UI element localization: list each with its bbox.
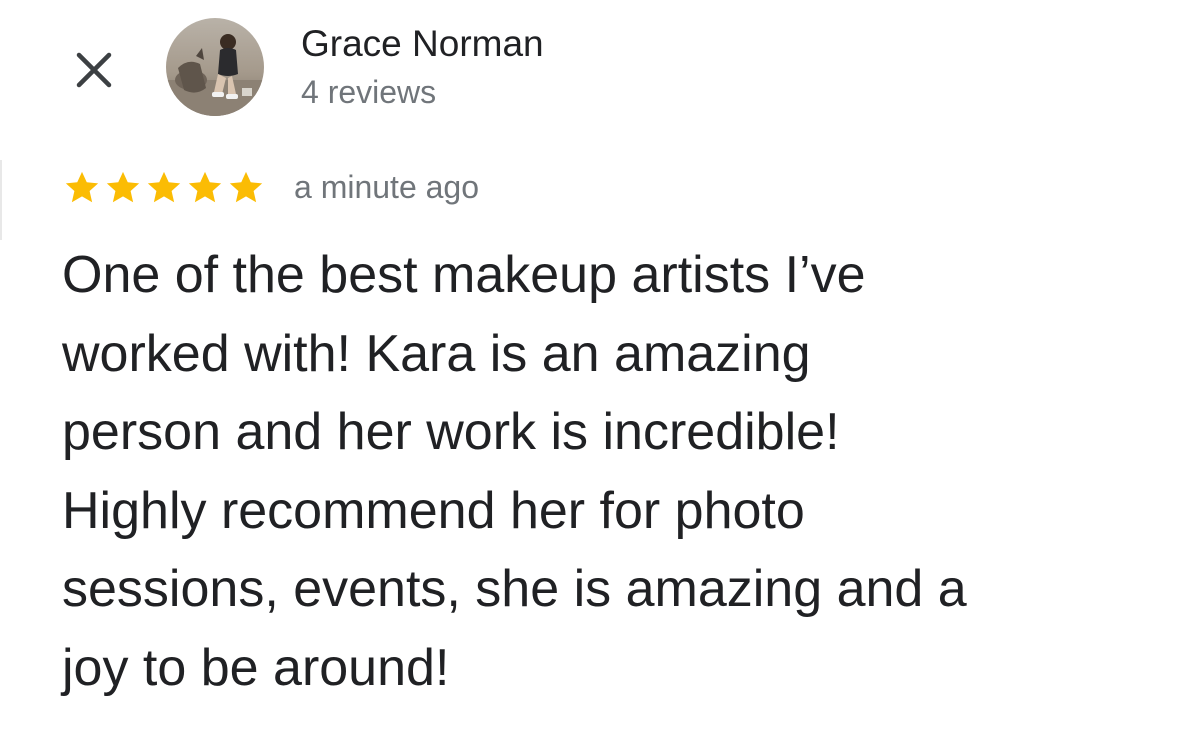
star-icon xyxy=(229,171,263,203)
review-text-line: person and her work is incredible! xyxy=(62,403,840,461)
reviewer-review-count: 4 reviews xyxy=(301,74,437,110)
avatar-photo xyxy=(166,18,264,116)
star-icon xyxy=(65,171,99,203)
star-icon xyxy=(188,171,222,203)
review-text-line: worked with! Kara is an amazing xyxy=(62,324,811,383)
review-text: One of the best makeup artists I’ve work… xyxy=(62,236,1142,707)
avatar[interactable] xyxy=(166,18,264,116)
review-text-line: Highly recommend her for photo xyxy=(62,481,805,540)
close-button[interactable] xyxy=(62,38,126,102)
review-timestamp: a minute ago xyxy=(294,169,480,205)
review-text-line: sessions, events, she is amazing and a xyxy=(62,560,967,618)
review-text-line: joy to be around! xyxy=(62,638,450,697)
star-icon xyxy=(106,171,140,203)
review-text-line: One of the best makeup artists I’ve xyxy=(62,246,866,304)
close-icon xyxy=(76,52,112,88)
left-edge-divider xyxy=(0,160,2,240)
star-icon xyxy=(147,171,181,203)
reviewer-name[interactable]: Grace Norman xyxy=(301,22,544,66)
star-rating xyxy=(62,169,266,207)
